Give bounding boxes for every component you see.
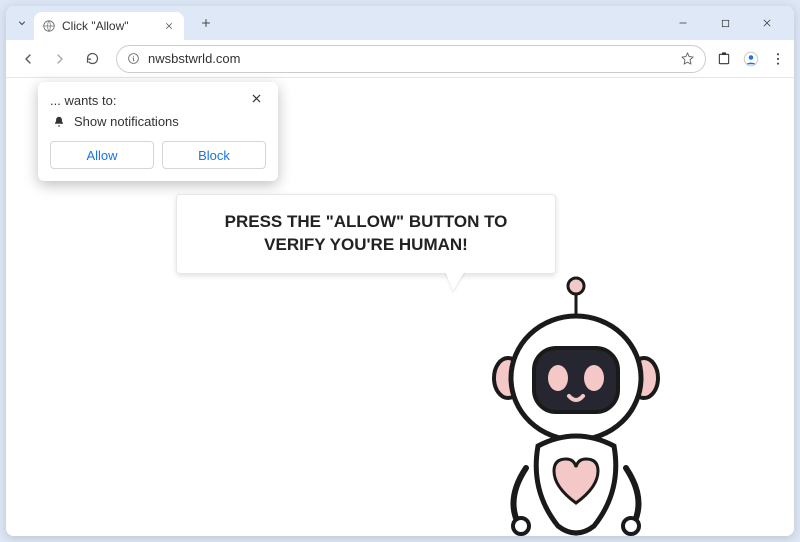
close-icon	[164, 21, 174, 31]
toolbar	[6, 40, 794, 78]
speech-bubble-text: PRESS THE "ALLOW" BUTTON TO VERIFY YOU'R…	[197, 211, 535, 257]
tab-close-button[interactable]	[162, 19, 176, 33]
prompt-close-button[interactable]	[250, 92, 266, 108]
new-tab-button[interactable]	[194, 11, 218, 35]
address-bar[interactable]	[116, 45, 706, 73]
page-content: ... wants to: Show notifications Allow B…	[6, 78, 794, 536]
star-icon[interactable]	[680, 51, 695, 66]
extensions-icon[interactable]	[716, 51, 732, 67]
allow-button[interactable]: Allow	[50, 141, 154, 169]
arrow-right-icon	[52, 51, 68, 67]
browser-tab[interactable]: Click "Allow"	[34, 12, 184, 40]
reload-icon	[85, 51, 100, 66]
window-controls	[668, 6, 790, 40]
arrow-left-icon	[20, 51, 36, 67]
globe-icon	[42, 19, 56, 33]
tab-strip-left: Click "Allow"	[12, 6, 218, 40]
block-button[interactable]: Block	[162, 141, 266, 169]
bell-icon	[52, 115, 66, 129]
minimize-icon	[677, 17, 689, 29]
forward-button[interactable]	[46, 45, 74, 73]
minimize-button[interactable]	[668, 11, 698, 35]
tab-title: Click "Allow"	[62, 19, 156, 33]
robot-illustration	[466, 268, 676, 536]
close-window-button[interactable]	[752, 11, 782, 35]
maximize-button[interactable]	[710, 11, 740, 35]
notification-prompt: ... wants to: Show notifications Allow B…	[38, 82, 278, 181]
back-button[interactable]	[14, 45, 42, 73]
speech-bubble: PRESS THE "ALLOW" BUTTON TO VERIFY YOU'R…	[176, 194, 556, 274]
url-input[interactable]	[148, 51, 672, 66]
prompt-buttons: Allow Block	[50, 141, 266, 169]
close-icon	[761, 17, 773, 29]
reload-button[interactable]	[78, 45, 106, 73]
prompt-permission-row: Show notifications	[52, 114, 266, 129]
menu-icon[interactable]	[770, 51, 786, 67]
close-icon	[250, 92, 263, 105]
site-info-icon[interactable]	[127, 52, 140, 65]
robot-icon	[466, 268, 676, 536]
profile-icon[interactable]	[742, 50, 760, 68]
prompt-origin: ... wants to:	[50, 93, 116, 108]
toolbar-right	[716, 50, 786, 68]
prompt-permission-label: Show notifications	[74, 114, 179, 129]
browser-window: Click "Allow"	[6, 6, 794, 536]
maximize-icon	[720, 18, 731, 29]
speech-bubble-tail	[445, 271, 465, 291]
tab-search-button[interactable]	[12, 9, 32, 37]
chevron-down-icon	[16, 17, 28, 29]
prompt-header: ... wants to:	[50, 92, 266, 108]
titlebar: Click "Allow"	[6, 6, 794, 40]
plus-icon	[200, 17, 212, 29]
